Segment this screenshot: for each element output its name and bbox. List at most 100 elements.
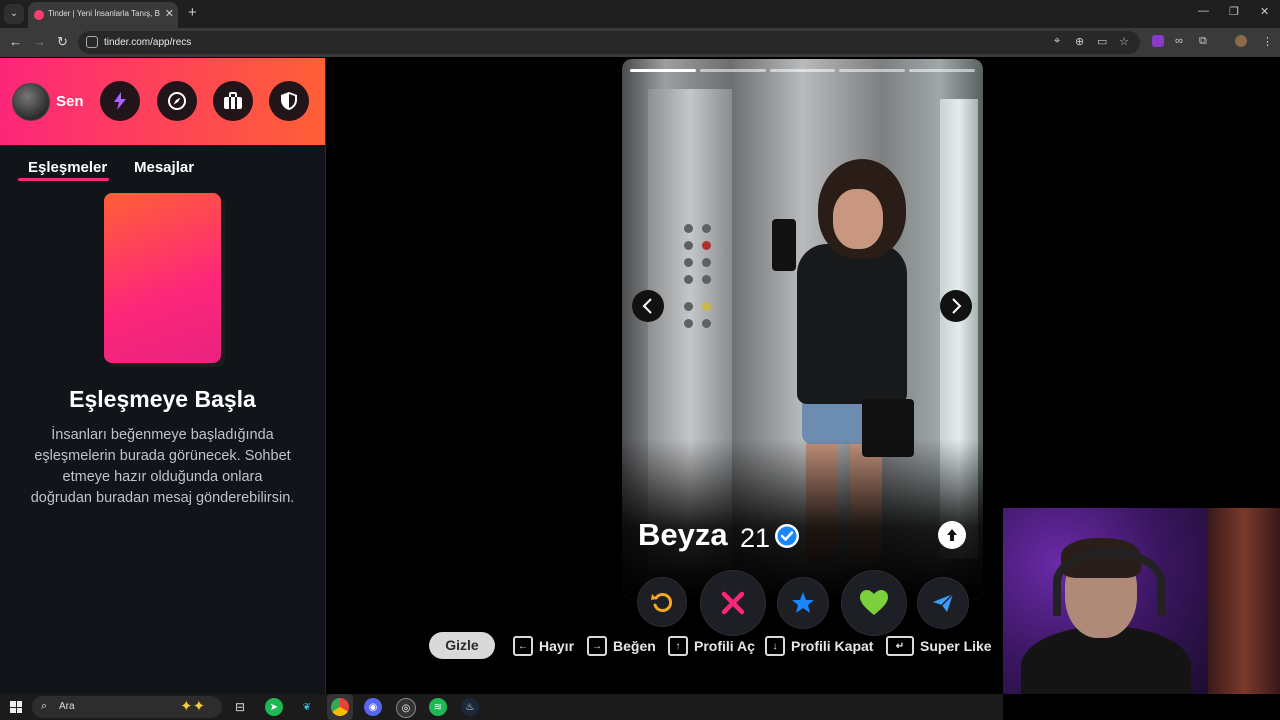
arrow-up-icon bbox=[947, 529, 957, 541]
shortcut-label: Profili Aç bbox=[694, 638, 755, 654]
key-up-icon: ↑ bbox=[668, 636, 688, 656]
obs-icon[interactable]: ◎ bbox=[396, 698, 416, 718]
profile-card[interactable]: Beyza 21 bbox=[622, 59, 983, 599]
super-like-button[interactable] bbox=[778, 578, 828, 628]
app-wings-icon[interactable]: ❦ bbox=[298, 698, 316, 716]
bookmark-star-icon[interactable]: ☆ bbox=[1119, 35, 1129, 48]
elevator-button bbox=[684, 224, 693, 233]
elevator-button bbox=[702, 241, 711, 250]
task-view-icon[interactable]: ⊟ bbox=[231, 698, 249, 716]
browser-tabbar: ⌄ Tinder | Yeni İnsanlarla Tanış, Bu ✕ +… bbox=[0, 0, 1280, 28]
photo-progress-segment[interactable] bbox=[699, 69, 766, 72]
spotify-icon[interactable]: ≋ bbox=[429, 698, 447, 716]
elevator-button bbox=[702, 275, 711, 284]
person-face bbox=[833, 189, 883, 249]
cast-icon[interactable]: ▭ bbox=[1097, 35, 1107, 48]
tinder-favicon-icon bbox=[34, 10, 44, 20]
nope-button[interactable] bbox=[701, 571, 765, 635]
work-button[interactable] bbox=[213, 81, 253, 121]
open-profile-button[interactable] bbox=[938, 521, 966, 549]
elevator-button bbox=[702, 319, 711, 328]
location-icon[interactable]: ⌖ bbox=[1054, 35, 1060, 48]
search-highlight-icon: ✦✦ bbox=[180, 698, 206, 715]
restore-icon[interactable]: ❐ bbox=[1229, 5, 1239, 18]
active-tab-indicator bbox=[18, 178, 109, 181]
webcam-overlay bbox=[1003, 508, 1280, 694]
new-tab-icon[interactable]: + bbox=[188, 4, 197, 21]
heart-icon bbox=[860, 590, 888, 615]
sidebar: Sen Eşleşmeler Mesajlar Eşleşmeye Başla … bbox=[0, 58, 326, 694]
webcam-background-light bbox=[1208, 508, 1280, 694]
site-info-icon[interactable] bbox=[86, 36, 98, 48]
tab-title: Tinder | Yeni İnsanlarla Tanış, Bu bbox=[48, 9, 160, 18]
windows-start-icon[interactable] bbox=[10, 701, 22, 713]
window-close-icon[interactable]: ✕ bbox=[1260, 5, 1269, 18]
forward-icon[interactable]: → bbox=[33, 34, 46, 49]
hide-shortcuts-button[interactable]: Gizle bbox=[429, 632, 495, 659]
photo-progress-segment[interactable] bbox=[769, 69, 836, 72]
profile-avatar-icon[interactable] bbox=[1235, 35, 1247, 47]
app-green-icon[interactable]: ➤ bbox=[265, 698, 283, 716]
taskbar-search[interactable]: ⌕ Ara ✦✦ bbox=[32, 696, 222, 718]
shortcut-super-like: ↵ Super Like bbox=[886, 636, 992, 656]
boost-send-button[interactable] bbox=[918, 578, 968, 628]
address-bar[interactable]: tinder.com/app/recs ⌖ ⊕ ▭ ☆ bbox=[78, 31, 1140, 54]
windows-taskbar: ⌕ Ara ✦✦ ⊟ ➤ ❦ ◉ ◎ ≋ ♨ bbox=[0, 694, 1003, 720]
elevator-button bbox=[684, 241, 693, 250]
paper-plane-icon bbox=[933, 593, 954, 612]
elevator-button bbox=[702, 258, 711, 267]
shortcut-open-profile: ↑ Profili Aç bbox=[668, 636, 755, 656]
shortcut-close-profile: ↓ Profili Kapat bbox=[765, 636, 873, 656]
key-left-icon: ← bbox=[513, 636, 533, 656]
explore-icon bbox=[168, 92, 186, 110]
elevator-button bbox=[684, 275, 693, 284]
photo-progress-segment[interactable] bbox=[630, 69, 696, 72]
previous-photo-button[interactable] bbox=[632, 290, 664, 322]
shortcut-label: Hayır bbox=[539, 638, 575, 654]
shortcut-nope: ← Hayır bbox=[513, 636, 574, 656]
search-icon: ⌕ bbox=[41, 700, 48, 712]
shortcut-label: Super Like bbox=[920, 638, 992, 654]
back-icon[interactable]: ← bbox=[9, 34, 22, 49]
elevator-button bbox=[684, 319, 693, 328]
safety-button[interactable] bbox=[269, 81, 309, 121]
elevator-button bbox=[684, 302, 693, 311]
extension-glasses-icon[interactable]: ∞ bbox=[1175, 35, 1183, 47]
elevator-button bbox=[702, 302, 711, 311]
empty-state-title: Eşleşmeye Başla bbox=[69, 386, 256, 412]
zoom-icon[interactable]: ⊕ bbox=[1075, 35, 1084, 48]
photo-progress-segment[interactable] bbox=[909, 69, 975, 72]
discord-icon[interactable]: ◉ bbox=[364, 698, 382, 716]
rewind-button[interactable] bbox=[638, 578, 686, 626]
key-enter-icon: ↵ bbox=[886, 636, 914, 656]
reload-icon[interactable]: ↻ bbox=[57, 34, 68, 50]
chrome-icon[interactable] bbox=[331, 698, 349, 716]
minimize-icon[interactable]: — bbox=[1198, 5, 1209, 17]
photo-progress-segment[interactable] bbox=[839, 69, 906, 72]
extensions-puzzle-icon[interactable]: ⧉ bbox=[1199, 35, 1207, 48]
url-text: tinder.com/app/recs bbox=[104, 37, 192, 48]
tab-messages[interactable]: Mesajlar bbox=[134, 159, 194, 176]
menu-kebab-icon[interactable]: ⋮ bbox=[1262, 35, 1273, 48]
rewind-icon bbox=[651, 593, 673, 612]
like-button[interactable] bbox=[842, 571, 906, 635]
next-photo-button[interactable] bbox=[940, 290, 972, 322]
shield-icon bbox=[281, 92, 297, 110]
briefcase-icon bbox=[224, 92, 242, 109]
key-down-icon: ↓ bbox=[765, 636, 785, 656]
explore-button[interactable] bbox=[157, 81, 197, 121]
user-name[interactable]: Sen bbox=[56, 93, 84, 110]
boost-button[interactable] bbox=[100, 81, 140, 121]
close-icon bbox=[721, 591, 745, 615]
tab-matches[interactable]: Eşleşmeler bbox=[28, 159, 107, 176]
extension-icon[interactable] bbox=[1152, 35, 1164, 47]
steam-icon[interactable]: ♨ bbox=[461, 698, 479, 716]
lightning-icon bbox=[114, 92, 126, 110]
browser-tab[interactable]: Tinder | Yeni İnsanlarla Tanış, Bu ✕ bbox=[28, 2, 178, 28]
empty-state-description: İnsanları beğenmeye başladığında eşleşme… bbox=[30, 427, 295, 506]
tab-search-button[interactable]: ⌄ bbox=[4, 4, 24, 24]
shortcut-like: → Beğen bbox=[587, 636, 656, 656]
avatar[interactable] bbox=[12, 83, 50, 121]
sidebar-header: Sen bbox=[0, 58, 325, 145]
tab-close-icon[interactable]: ✕ bbox=[165, 7, 174, 20]
